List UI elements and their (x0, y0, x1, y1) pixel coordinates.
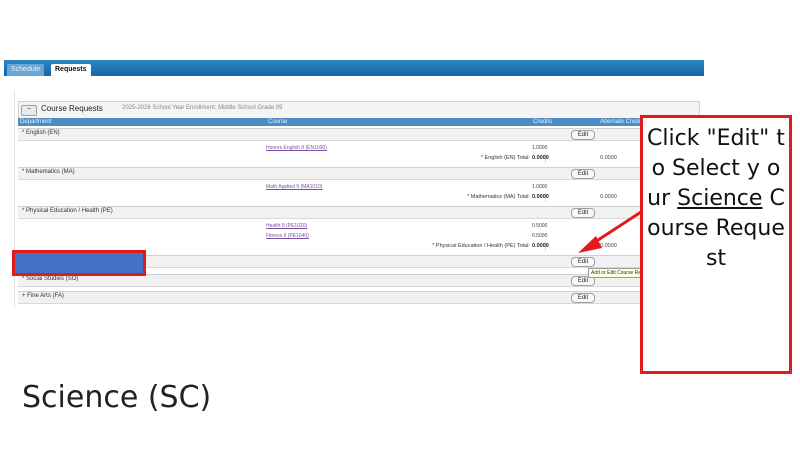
course-credits: 0.5000 (532, 223, 548, 229)
total-row-english: * English (EN) Total: 0.0000 0.0000 (18, 154, 700, 163)
column-department: Department (20, 119, 52, 125)
total-alternate: 0.0000 (600, 155, 617, 161)
department-name: * Mathematics (MA) (22, 169, 75, 175)
edit-button-mathematics[interactable]: Edit (571, 169, 595, 179)
total-value: 0.0000 (532, 243, 549, 249)
department-name: + Fine Arts (FA) (22, 293, 64, 299)
total-value: 0.0000 (532, 194, 549, 200)
column-header-row: Department Course Credits Alternate Cred… (18, 118, 700, 126)
course-link[interactable]: Fitness 9 (PE1040) (266, 233, 309, 239)
department-name: * Physical Education / Health (PE) (22, 208, 113, 214)
column-alternate-credits: Alternate Credits (600, 119, 645, 125)
course-row: Health 9 (PE1020) 0.5000 (18, 222, 700, 231)
course-credits: 1.0000 (532, 145, 548, 151)
edit-button-pe[interactable]: Edit (571, 208, 595, 218)
total-alternate: 0.0000 (600, 194, 617, 200)
course-requests-header: − Course Requests 2025-2026 School Year … (18, 101, 700, 119)
course-requests-meta: 2025-2026 School Year Enrollment: Middle… (122, 105, 283, 111)
tab-bar: Schedule Requests (4, 60, 704, 76)
column-course: Course (268, 119, 288, 125)
science-row-highlight (12, 250, 146, 276)
science-caption: Science (SC) (22, 380, 212, 415)
edit-button-english[interactable]: Edit (571, 130, 595, 140)
department-row-fine-arts: + Fine Arts (FA) Edit (18, 291, 700, 304)
course-row: Fitness 9 (PE1040) 0.5000 (18, 232, 700, 241)
course-row: Math Applied 9 (MA1010) 1.0000 (18, 183, 700, 192)
course-credits: 0.5000 (532, 233, 548, 239)
collapse-button[interactable]: − (21, 105, 37, 116)
course-credits: 1.0000 (532, 184, 548, 190)
total-row-mathematics: * Mathematics (MA) Total: 0.0000 0.0000 (18, 193, 700, 202)
department-name: * English (EN) (22, 130, 60, 136)
tab-schedule[interactable]: Schedule (7, 64, 45, 76)
column-credits: Credits (533, 119, 553, 125)
callout-text-underlined: Science (677, 186, 763, 211)
course-requests-title: Course Requests (41, 104, 103, 113)
department-row-pe: * Physical Education / Health (PE) Edit (18, 206, 700, 219)
total-label: * Physical Education / Health (PE) Total… (432, 243, 530, 249)
total-label: * English (EN) Total: (480, 155, 530, 161)
department-row-english: * English (EN) Edit (18, 128, 700, 141)
course-link[interactable]: Health 9 (PE1020) (266, 223, 307, 229)
tab-requests[interactable]: Requests (51, 64, 91, 76)
callout-text: Click "Edit" to Select y our Science Cou… (643, 118, 789, 274)
course-link[interactable]: Honors English 9 (EN1030) (266, 145, 327, 151)
department-row-mathematics: * Mathematics (MA) Edit (18, 167, 700, 180)
department-name: * Social Studies (SO) (22, 276, 79, 282)
total-label: * Mathematics (MA) Total: (467, 194, 530, 200)
course-link[interactable]: Math Applied 9 (MA1010) (266, 184, 322, 190)
edit-button-fine-arts[interactable]: Edit (571, 293, 595, 303)
instruction-callout: Click "Edit" to Select y our Science Cou… (640, 115, 792, 374)
course-row: Honors English 9 (EN1030) 1.0000 (18, 144, 700, 153)
total-alternate: 0.0000 (600, 243, 617, 249)
total-value: 0.0000 (532, 155, 549, 161)
edit-button-science[interactable]: Edit (571, 257, 595, 267)
